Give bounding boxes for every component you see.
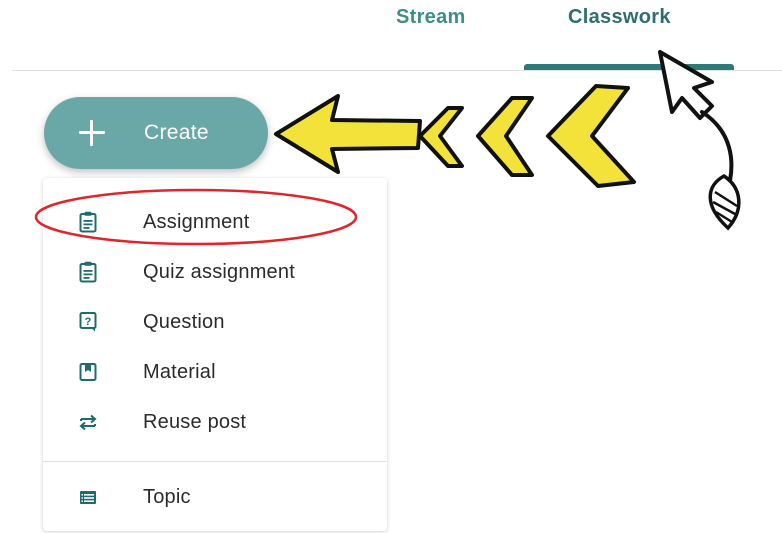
material-icon [79,363,97,381]
create-menu: Assignment Quiz assignment ? Question Ma… [43,178,387,531]
pointer-arrow-icon [274,94,422,174]
plus-icon [79,120,105,146]
menu-item-assignment[interactable]: Assignment [43,199,387,245]
quiz-assignment-icon [79,261,97,283]
menu-item-reuse-post[interactable]: Reuse post [43,399,387,445]
chevron-left-icon [418,106,464,168]
tab-divider [12,70,782,71]
cursor-tail [700,110,734,198]
menu-item-label: Quiz assignment [143,261,295,283]
menu-item-label: Question [143,311,225,333]
menu-item-material[interactable]: Material [43,349,387,395]
menu-divider [43,461,387,462]
assignment-icon [79,211,97,233]
question-icon: ? [79,312,97,332]
reuse-post-icon [79,414,97,431]
tab-classwork[interactable]: Classwork [568,6,671,29]
create-button[interactable]: Create [44,97,268,169]
menu-item-topic[interactable]: Topic [43,474,387,520]
topic-icon [80,491,96,504]
menu-item-label: Reuse post [143,411,247,433]
chevron-left-icon [476,96,534,177]
menu-item-question[interactable]: ? Question [43,299,387,345]
chevron-left-icon [546,84,636,188]
menu-item-label: Topic [143,486,191,508]
svg-text:?: ? [85,316,92,328]
leaf-icon [708,173,741,231]
tab-stream[interactable]: Stream [396,6,466,29]
create-button-label: Create [144,121,209,144]
menu-item-label: Assignment [143,211,250,233]
menu-item-quiz-assignment[interactable]: Quiz assignment [43,249,387,295]
tab-bar: Stream Classwork [0,0,782,71]
menu-item-label: Material [143,361,216,383]
